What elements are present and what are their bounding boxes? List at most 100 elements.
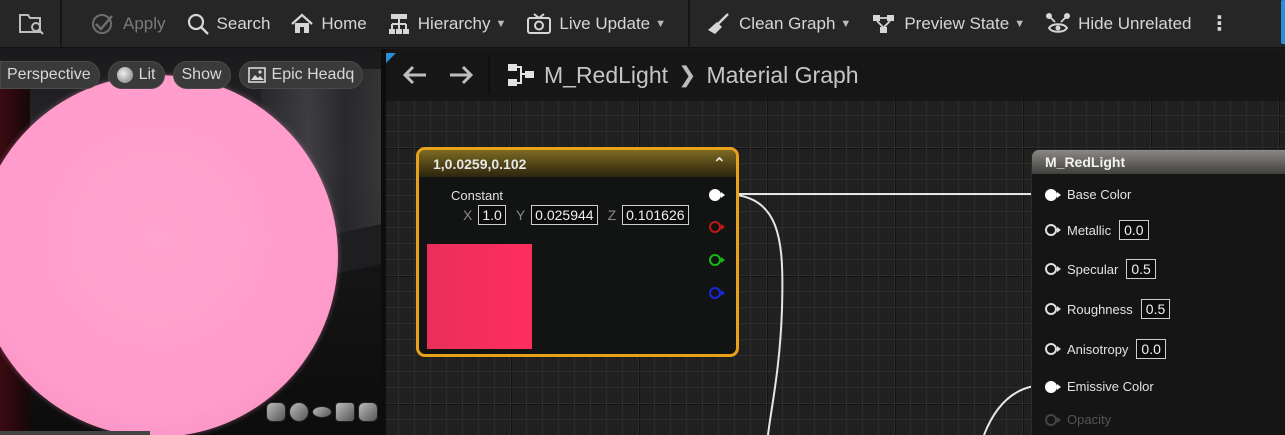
toolbar-separator	[688, 0, 691, 48]
input-base-color[interactable]: Base Color	[1045, 187, 1131, 202]
teapot-icon[interactable]	[358, 402, 378, 422]
input-pin[interactable]	[1045, 303, 1061, 315]
preview-state-label: Preview State	[904, 13, 1010, 33]
input-emissive-color[interactable]: Emissive Color	[1045, 379, 1154, 394]
input-specular[interactable]: Specular 0.5	[1045, 259, 1156, 279]
back-button[interactable]	[392, 49, 438, 101]
breadcrumb: M_RedLight ❯ Material Graph	[544, 62, 859, 89]
input-pin[interactable]	[1045, 188, 1061, 201]
input-label: Emissive Color	[1067, 379, 1154, 394]
output-pin-b[interactable]	[709, 287, 725, 299]
z-label: Z	[607, 207, 617, 223]
more-options-button[interactable]: ⋮	[1202, 0, 1238, 48]
lit-sphere-icon	[116, 67, 133, 83]
chevron-down-icon: ▼	[840, 17, 852, 30]
hide-unrelated-icon	[1046, 12, 1071, 33]
forward-button[interactable]	[438, 49, 484, 101]
home-label: Home	[321, 13, 367, 33]
preview-scene-button[interactable]: Epic Headq	[238, 61, 364, 89]
node-header[interactable]: M_RedLight	[1032, 150, 1285, 174]
output-pin-rgb[interactable]	[709, 189, 725, 201]
x-value-input[interactable]: 1.0	[478, 205, 506, 225]
material-result-node[interactable]: M_RedLight Base Color Metallic 0.0 Specu…	[1031, 149, 1285, 435]
breadcrumb-graph[interactable]: Material Graph	[706, 62, 858, 89]
collapse-arrow-icon[interactable]: ⌃	[713, 154, 726, 174]
output-pin-r[interactable]	[709, 221, 725, 233]
preview-scene-label: Epic Headq	[271, 66, 355, 83]
toolbar-separator	[60, 0, 62, 48]
breadcrumb-material[interactable]: M_RedLight	[544, 62, 668, 89]
chevron-right-icon: ❯	[678, 62, 697, 87]
hierarchy-button[interactable]: Hierarchy ▼	[377, 0, 517, 48]
image-icon	[247, 67, 266, 83]
hide-unrelated-button[interactable]: Hide Unrelated	[1035, 0, 1201, 48]
node-title: M_RedLight	[1045, 154, 1126, 170]
viewport-scrollbar[interactable]	[0, 431, 150, 435]
input-pin[interactable]	[1045, 224, 1061, 236]
preview-mesh-selector	[266, 402, 378, 422]
chevron-down-icon: ▼	[655, 17, 667, 30]
cylinder-icon[interactable]	[266, 402, 286, 422]
y-label: Y	[515, 207, 526, 223]
chevron-down-icon: ▼	[495, 17, 507, 30]
apply-button[interactable]: Apply	[80, 0, 176, 48]
preview-viewport[interactable]: Perspective Lit Show Epic Headq	[0, 49, 381, 435]
lit-button[interactable]: Lit	[107, 61, 165, 89]
breadcrumb-separator	[488, 56, 490, 94]
arrow-right-icon	[450, 65, 474, 85]
perspective-button[interactable]: Perspective	[0, 61, 100, 89]
lit-label: Lit	[138, 66, 156, 83]
input-label: Anisotropy	[1067, 341, 1129, 357]
clean-graph-label: Clean Graph	[739, 13, 836, 33]
show-button[interactable]: Show	[172, 61, 231, 89]
preview-state-button[interactable]: Preview State ▼	[861, 0, 1035, 48]
input-value[interactable]: 0.5	[1126, 259, 1156, 279]
y-value-input[interactable]: 0.025944	[531, 205, 598, 225]
node-header[interactable]: 1,0.0259,0.102 ⌃	[419, 150, 736, 177]
input-pin[interactable]	[1045, 343, 1061, 355]
input-value[interactable]: 0.0	[1119, 220, 1149, 240]
selection-accent	[1281, 0, 1285, 44]
z-value-input[interactable]: 0.101626	[622, 205, 689, 225]
output-pin-g[interactable]	[709, 254, 725, 266]
kebab-menu-icon: ⋮	[1209, 13, 1230, 35]
sphere-icon[interactable]	[289, 402, 309, 422]
plane-icon[interactable]	[312, 406, 332, 418]
input-metallic[interactable]: Metallic 0.0	[1045, 220, 1149, 240]
viewport-options-bar: Perspective Lit Show Epic Headq	[0, 61, 364, 89]
node-label: Constant	[451, 188, 504, 203]
input-pin[interactable]	[1045, 380, 1061, 393]
input-pin[interactable]	[1045, 263, 1061, 275]
folder-search-icon	[19, 13, 44, 35]
constant-vector-node[interactable]: 1,0.0259,0.102 ⌃ Constant X 1.0 Y 0.0259…	[416, 147, 739, 357]
clean-graph-button[interactable]: Clean Graph ▼	[696, 0, 861, 48]
input-roughness[interactable]: Roughness 0.5	[1045, 299, 1171, 319]
input-label: Base Color	[1067, 187, 1132, 202]
arrow-left-icon	[402, 65, 426, 85]
apply-check-icon	[92, 13, 113, 34]
x-label: X	[463, 207, 473, 223]
input-label: Specular	[1067, 261, 1119, 277]
apply-label: Apply	[123, 13, 166, 33]
search-label: Search	[216, 13, 271, 33]
broom-icon	[708, 12, 729, 34]
main-toolbar: Apply Search Home Hierarchy ▼ Live Updat…	[0, 0, 1285, 48]
graph-breadcrumb-bar: M_RedLight ❯ Material Graph	[386, 49, 1285, 101]
input-anisotropy[interactable]: Anisotropy 0.0	[1045, 339, 1166, 359]
input-pin	[1045, 413, 1061, 426]
cube-icon[interactable]	[335, 402, 355, 422]
search-icon	[187, 13, 209, 35]
browse-asset-button[interactable]	[0, 0, 60, 48]
hierarchy-label: Hierarchy	[417, 13, 491, 33]
material-graph-canvas[interactable]: M_RedLight ❯ Material Graph 1,0.0259,0.1…	[386, 49, 1285, 435]
input-value[interactable]: 0.0	[1136, 339, 1166, 359]
show-label: Show	[181, 66, 222, 83]
material-graph-icon	[508, 64, 534, 86]
hierarchy-icon	[388, 13, 409, 34]
live-update-button[interactable]: Live Update ▼	[516, 0, 676, 48]
input-value[interactable]: 0.5	[1140, 299, 1171, 319]
input-label: Opacity	[1067, 412, 1112, 427]
live-update-label: Live Update	[559, 13, 651, 33]
home-button[interactable]: Home	[280, 0, 376, 48]
search-button[interactable]: Search	[176, 0, 281, 48]
